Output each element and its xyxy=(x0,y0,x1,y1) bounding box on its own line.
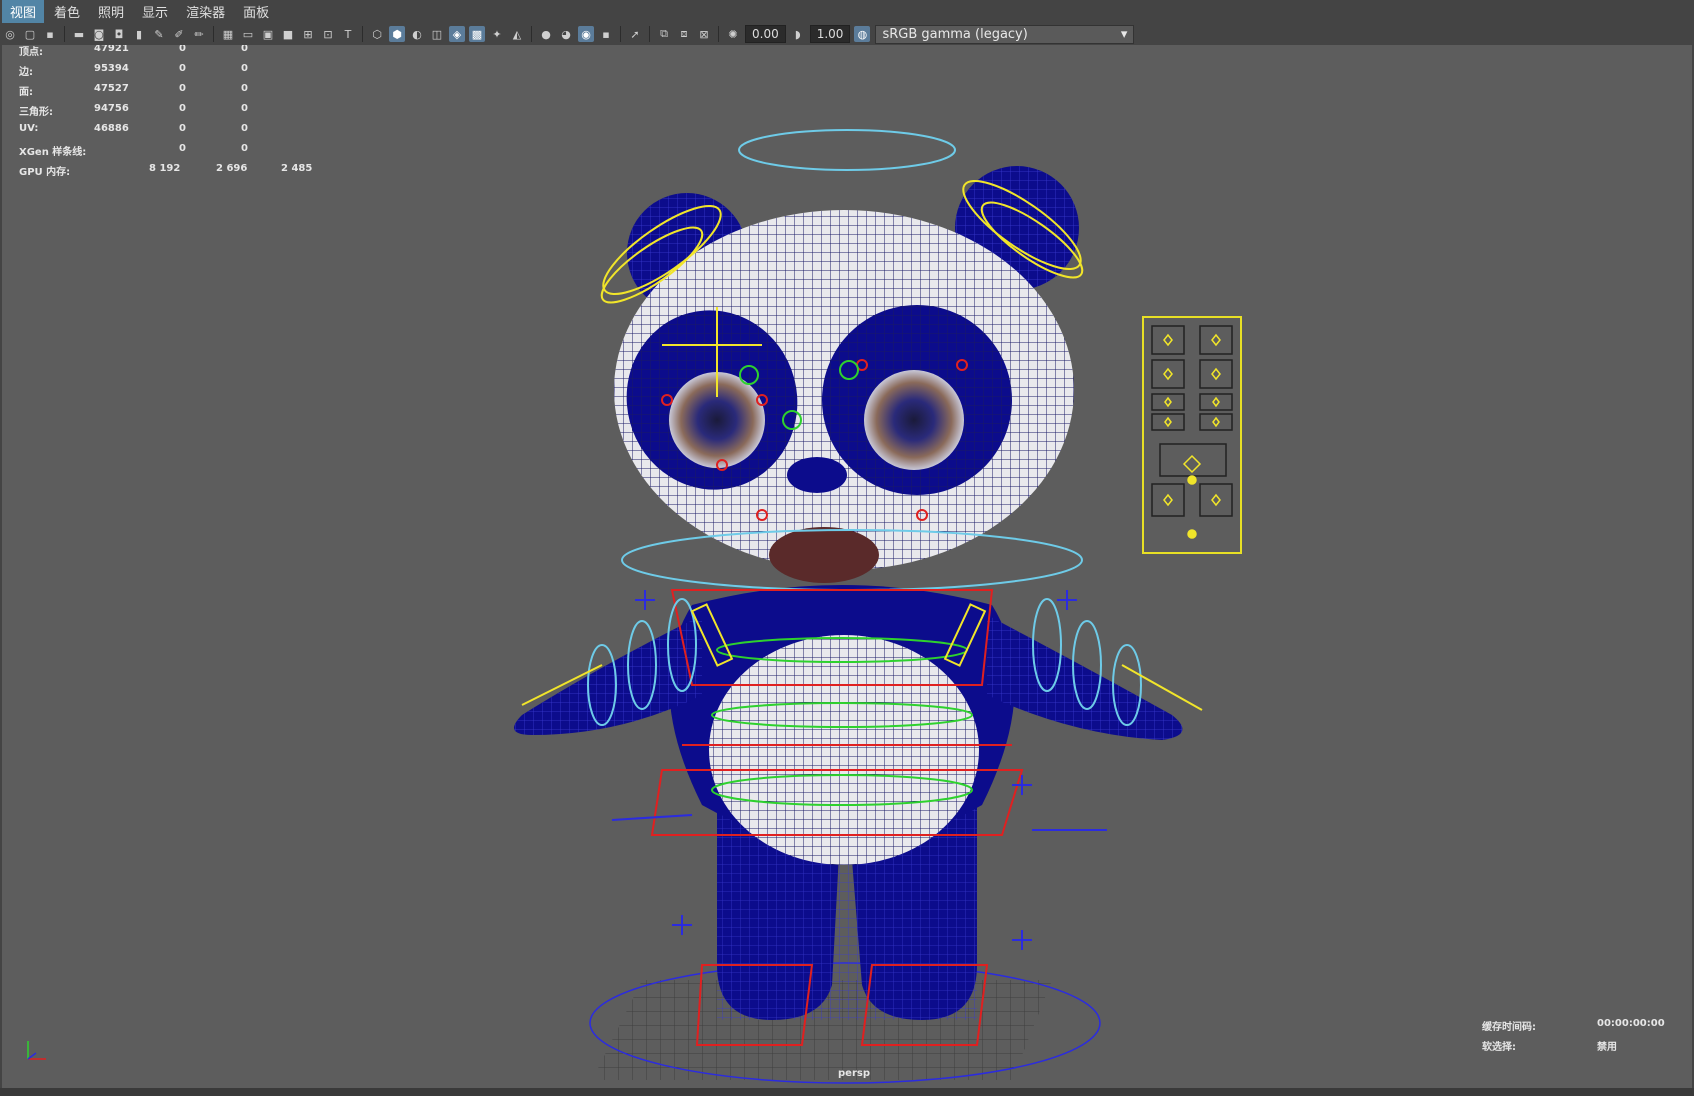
panel-toolbar: ◎ ▢ ▪ ▬ ◙ ◘ ▮ ✎ ✐ ✏ ▦ ▭ ▣ ■ ⊞ ⊡ T ⬡ ⬢ ◐ … xyxy=(0,23,1694,45)
anti-alias-icon[interactable]: ◉ xyxy=(578,26,594,42)
grid-icon[interactable]: ▦ xyxy=(220,26,236,42)
menubar: 视图 着色 照明 显示 渲染器 面板 xyxy=(0,0,1694,23)
3d-viewport[interactable]: 顶点: 47921 0 0 边: 95394 0 0 面: 47527 0 0 … xyxy=(2,45,1692,1088)
safe-title-icon[interactable]: T xyxy=(340,26,356,42)
hud-bottom-right: 缓存时间码: 00:00:00:00 软选择: 禁用 xyxy=(1482,1018,1665,1058)
film-gate-icon[interactable]: ▭ xyxy=(240,26,256,42)
smooth-shade-icon[interactable]: ⬢ xyxy=(389,26,405,42)
menu-view[interactable]: 视图 xyxy=(2,0,45,23)
shadows-icon[interactable]: ◭ xyxy=(509,26,525,42)
face-picker-controls[interactable] xyxy=(1144,318,1240,552)
exposure-field[interactable]: 0.00 xyxy=(745,25,786,43)
axis-indicator-icon xyxy=(22,1035,52,1069)
gamma-field[interactable]: 1.00 xyxy=(809,25,851,43)
isolate-select-icon[interactable]: ➚ xyxy=(627,26,643,42)
view-transform-icon[interactable]: ◍ xyxy=(854,26,871,42)
lighting-icon[interactable]: ✦ xyxy=(489,26,505,42)
toolbar-divider xyxy=(64,26,65,42)
panda-rig-scene[interactable] xyxy=(2,45,1692,1088)
chevron-down-icon: ▾ xyxy=(1120,26,1128,42)
toolbar-divider xyxy=(531,26,532,42)
field-chart-icon[interactable]: ⊞ xyxy=(300,26,316,42)
screen-space-ao-icon[interactable]: ● xyxy=(538,26,554,42)
menu-show[interactable]: 显示 xyxy=(134,0,176,23)
camera-bookmark-icon[interactable]: ◘ xyxy=(111,26,127,42)
toolbar-divider xyxy=(620,26,621,42)
toolbar-divider xyxy=(649,26,650,42)
depth-of-field-icon[interactable]: ▪ xyxy=(598,26,614,42)
colorspace-label: sRGB gamma (legacy) xyxy=(882,26,1028,42)
motion-blur-icon[interactable]: ◕ xyxy=(558,26,574,42)
menu-renderer[interactable]: 渲染器 xyxy=(178,0,233,23)
menu-lighting[interactable]: 照明 xyxy=(90,0,132,23)
toolbar-divider xyxy=(213,26,214,42)
wireframe-on-shaded-icon[interactable]: ◈ xyxy=(449,26,465,42)
nose xyxy=(787,457,847,493)
2d-pan-zoom-icon[interactable]: ✎ xyxy=(151,26,167,42)
textured-icon[interactable]: ◫ xyxy=(429,26,445,42)
camera-select-icon[interactable]: ◎ xyxy=(2,26,18,42)
menu-panels[interactable]: 面板 xyxy=(235,0,277,23)
hud-soft-select-row: 软选择: 禁用 xyxy=(1482,1042,1617,1053)
image-plane-toggle-icon[interactable]: ▮ xyxy=(131,26,147,42)
hud-toggle-icon[interactable]: ⊠ xyxy=(696,26,712,42)
xray-joints-icon[interactable]: ⧉ xyxy=(656,26,672,42)
safe-action-icon[interactable]: ⊡ xyxy=(320,26,336,42)
gamma-icon[interactable]: ◗ xyxy=(790,26,806,42)
exposure-icon[interactable]: ✺ xyxy=(725,26,741,42)
gate-mask-icon[interactable]: ■ xyxy=(280,26,296,42)
default-material-icon[interactable]: ◐ xyxy=(409,26,425,42)
viewport-frame xyxy=(0,1088,1694,1096)
resolution-gate-icon[interactable]: ▣ xyxy=(260,26,276,42)
xray-icon[interactable]: ▩ xyxy=(469,26,485,42)
face-picker-panel[interactable] xyxy=(1142,316,1242,554)
toolbar-divider xyxy=(362,26,363,42)
bookmark-icon[interactable]: ▪ xyxy=(42,26,58,42)
wireframe-icon[interactable]: ⬡ xyxy=(369,26,385,42)
grease-pencil-frame-icon[interactable]: ✏ xyxy=(191,26,207,42)
toolbar-divider xyxy=(718,26,719,42)
lock-camera-icon[interactable]: ▢ xyxy=(22,26,38,42)
hud-cache-row: 缓存时间码: 00:00:00:00 xyxy=(1482,1018,1665,1033)
menu-shading[interactable]: 着色 xyxy=(46,0,88,23)
mouth xyxy=(769,527,879,583)
camera-name-label: persp xyxy=(838,1068,870,1079)
image-plane-icon[interactable]: ▬ xyxy=(71,26,87,42)
colorspace-dropdown[interactable]: sRGB gamma (legacy) ▾ xyxy=(875,24,1135,44)
panda-right-arm xyxy=(987,615,1183,740)
camera-attributes-icon[interactable]: ◙ xyxy=(91,26,107,42)
backface-icon[interactable]: ⧈ xyxy=(676,26,692,42)
right-eye xyxy=(864,370,964,470)
grease-pencil-icon[interactable]: ✐ xyxy=(171,26,187,42)
